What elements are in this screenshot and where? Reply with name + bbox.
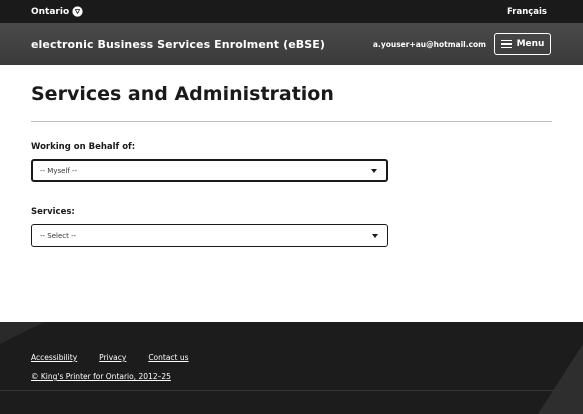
behalf-select-value: -- Myself -- [40,166,78,175]
app-header: electronic Business Services Enrolment (… [0,23,583,65]
title-divider [31,121,552,122]
behalf-field: Working on Behalf of: -- Myself -- [31,142,552,182]
services-label: Services: [31,207,75,217]
services-field: Services: -- Select -- [31,207,552,247]
behalf-label: Working on Behalf of: [31,142,136,152]
language-toggle-link[interactable]: Français [507,7,547,17]
ontario-logo-text: Ontario [31,6,70,17]
footer: Accessibility Privacy Contact us © King'… [0,322,583,414]
footer-decoration-right [538,344,583,414]
hamburger-icon [500,39,512,49]
footer-decoration-left [0,322,44,344]
footer-link-contact[interactable]: Contact us [148,353,188,362]
footer-rule [0,390,560,391]
ontario-top-bar: Ontario Français [0,0,583,23]
user-email: a.youser+au@hotmail.com [372,39,486,49]
menu-button-label: Menu [516,39,545,49]
page-title: Services and Administration [31,83,334,105]
copyright-link[interactable]: © King's Printer for Ontario, 2012–25 [31,372,171,381]
footer-link-privacy[interactable]: Privacy [99,353,126,362]
app-title: electronic Business Services Enrolment (… [31,37,326,51]
services-select-value: -- Select -- [40,231,77,240]
services-select[interactable]: -- Select -- [31,224,388,247]
behalf-select[interactable]: -- Myself -- [31,159,388,182]
caret-down-icon [372,233,378,238]
footer-links: Accessibility Privacy Contact us [31,353,189,362]
caret-down-icon [371,168,377,173]
trillium-icon [72,6,83,17]
ontario-logo[interactable]: Ontario [31,6,83,17]
menu-button[interactable]: Menu [494,33,551,55]
footer-link-accessibility[interactable]: Accessibility [31,353,77,362]
main-content: Services and Administration Working on B… [0,83,583,247]
